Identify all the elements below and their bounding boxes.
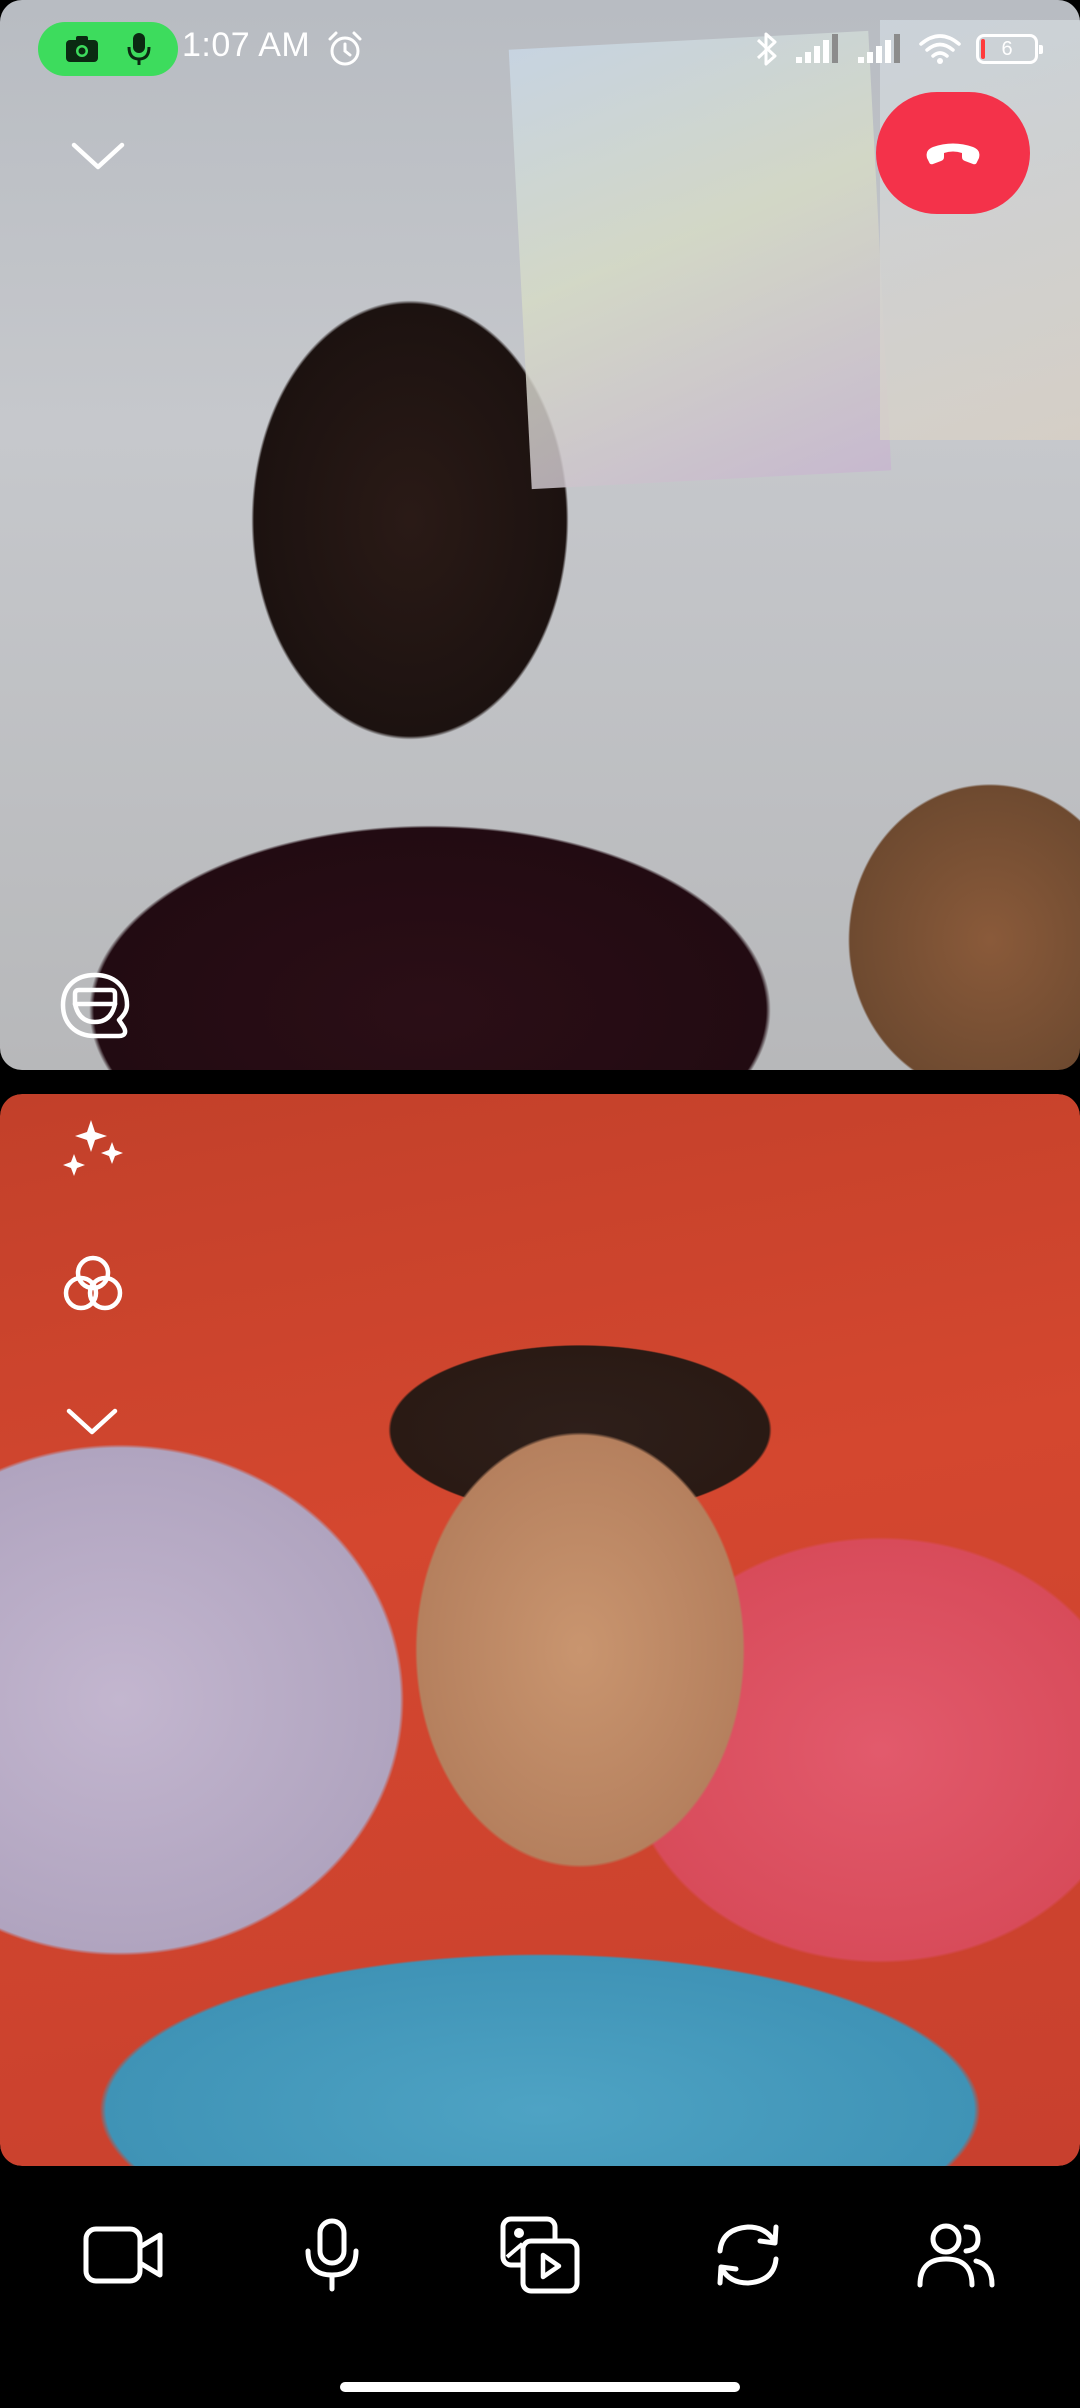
signal-icon [856,33,904,65]
toggle-camera-button[interactable] [64,2195,184,2315]
signal-icon [794,33,842,65]
captions-icon [57,970,133,1044]
sparkles-icon [58,1114,128,1184]
switch-camera-button[interactable] [688,2195,808,2315]
battery-level: 6 [1001,37,1013,60]
participants-button[interactable] [896,2195,1016,2315]
video-call-screen: 1:07 AM 6 [0,0,1080,2408]
home-indicator[interactable] [340,2382,740,2392]
share-media-button[interactable] [480,2195,600,2315]
wifi-icon [918,32,962,66]
camera-icon [65,35,99,63]
switch-camera-icon [708,2217,788,2293]
call-controls-toolbar [0,2190,1080,2320]
hang-up-icon [921,138,985,168]
toggle-microphone-button[interactable] [272,2195,392,2315]
microphone-icon [302,2217,362,2293]
filters-button[interactable] [50,1242,136,1328]
participants-icon [916,2219,996,2291]
background-poster [508,30,892,490]
battery-icon: 6 [976,34,1043,64]
bluetooth-icon [754,29,780,69]
alarm-icon [326,30,364,68]
more-options-button[interactable] [52,1386,132,1456]
status-time: 1:07 AM [182,26,311,64]
chevron-down-icon [70,139,126,171]
video-camera-icon [82,2223,166,2287]
self-video-feed[interactable] [0,1094,1080,2166]
microphone-icon [127,32,151,66]
end-call-button[interactable] [876,92,1030,214]
filters-icon [57,1249,129,1321]
collapse-call-button[interactable] [58,120,138,190]
chevron-down-icon [65,1405,119,1437]
status-icons: 6 [754,26,1043,72]
captions-button[interactable] [50,962,140,1052]
privacy-indicator-pill [38,22,178,76]
status-bar: 1:07 AM 6 [0,0,1080,96]
share-media-icon [499,2215,581,2295]
effects-button[interactable] [50,1106,136,1192]
